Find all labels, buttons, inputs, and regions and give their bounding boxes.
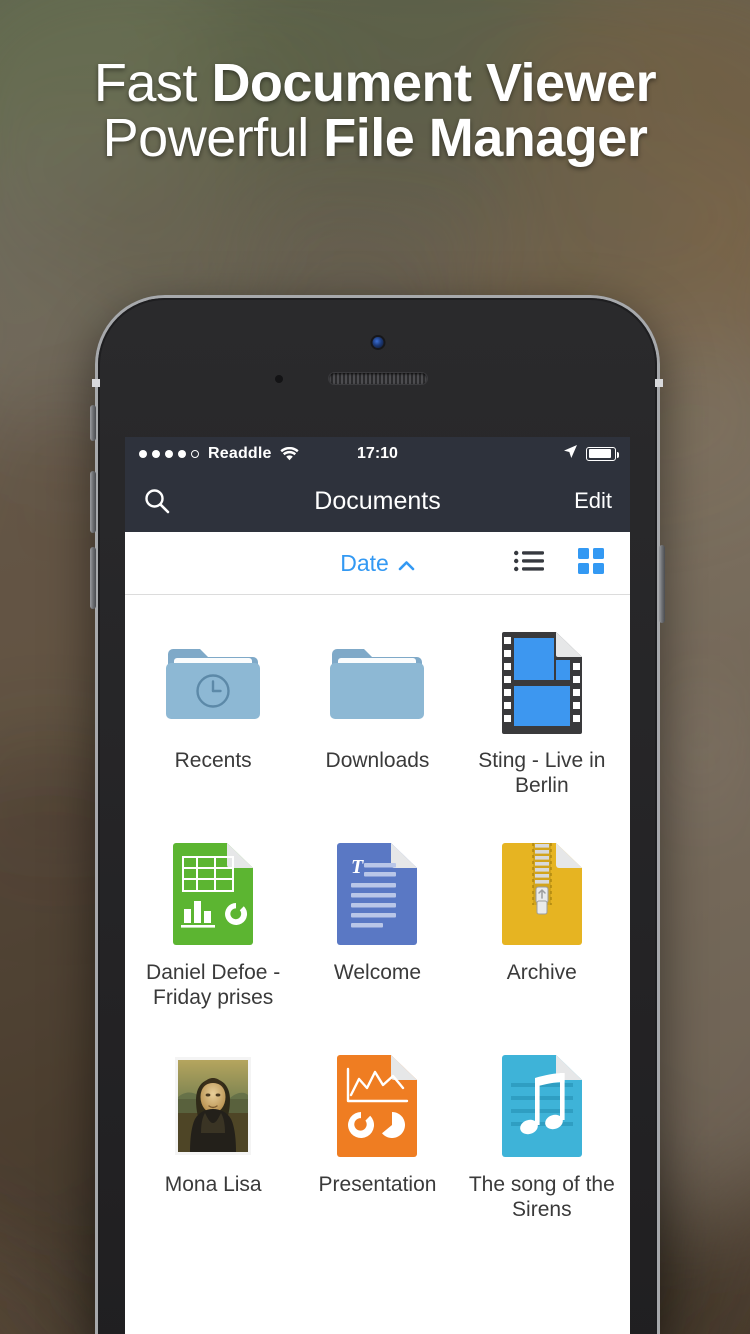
zip-archive-icon bbox=[501, 835, 582, 953]
file-item[interactable]: Downloads bbox=[295, 609, 459, 821]
battery-icon bbox=[586, 446, 619, 461]
page-title: Documents bbox=[314, 486, 441, 515]
proximity-sensor-icon bbox=[275, 375, 283, 383]
list-view-icon[interactable] bbox=[514, 550, 544, 577]
phone-screen: Readdle 17:10 Documents Edit Date Recent… bbox=[125, 437, 630, 1334]
headline: Fast Document Viewer Powerful File Manag… bbox=[0, 53, 750, 166]
battery-level bbox=[588, 449, 611, 458]
spreadsheet-icon bbox=[173, 835, 254, 953]
image-thumbnail-icon bbox=[175, 1047, 252, 1165]
file-grid: Recents Downloads Sting - Live in Berlin… bbox=[125, 595, 630, 1245]
file-label: Archive bbox=[506, 961, 577, 984]
file-label: Welcome bbox=[333, 961, 422, 984]
grid-view-icon[interactable] bbox=[578, 547, 604, 579]
folder-icon bbox=[328, 623, 426, 741]
signal-dot bbox=[139, 449, 147, 458]
headline-line-2: Powerful File Manager bbox=[0, 111, 750, 166]
search-icon[interactable] bbox=[143, 487, 171, 515]
status-time: 17:10 bbox=[357, 444, 398, 462]
antenna-band-left bbox=[92, 379, 100, 387]
status-bar-right bbox=[563, 444, 619, 464]
file-label: Presentation bbox=[318, 1173, 437, 1196]
file-item[interactable]: Presentation bbox=[295, 1033, 459, 1245]
file-item[interactable]: T Welcome bbox=[295, 821, 459, 1033]
status-bar: Readdle 17:10 bbox=[125, 437, 630, 470]
antenna-band-right bbox=[655, 379, 663, 387]
phone-device-frame: Readdle 17:10 Documents Edit Date Recent… bbox=[90, 295, 665, 1334]
file-item[interactable]: Recents bbox=[131, 609, 295, 821]
wifi-icon bbox=[280, 446, 299, 461]
file-label: The song of the Sirens bbox=[468, 1173, 615, 1221]
headline-line-1-bold: Document Viewer bbox=[211, 53, 657, 113]
presentation-chart-icon bbox=[337, 1047, 418, 1165]
headline-line-2-light: Powerful bbox=[102, 108, 324, 169]
headline-line-1-light: Fast bbox=[93, 53, 212, 113]
signal-strength-icon bbox=[139, 449, 199, 458]
power-button[interactable] bbox=[659, 545, 665, 623]
mute-switch[interactable] bbox=[90, 405, 96, 441]
earpiece-speaker-icon bbox=[328, 373, 427, 384]
file-label: Daniel Defoe - Friday prises bbox=[146, 961, 281, 1009]
chevron-up-icon bbox=[398, 550, 415, 577]
navigation-bar: Documents Edit bbox=[125, 470, 630, 532]
headline-line-2-bold: File Manager bbox=[323, 108, 648, 169]
view-controls bbox=[514, 547, 630, 579]
front-camera-icon bbox=[372, 337, 383, 348]
svg-text:T: T bbox=[351, 856, 364, 878]
sort-label: Date bbox=[340, 549, 389, 576]
file-item[interactable]: Archive bbox=[460, 821, 624, 1033]
music-document-icon bbox=[501, 1047, 582, 1165]
signal-dot bbox=[165, 449, 173, 458]
video-film-icon bbox=[500, 623, 584, 741]
edit-button[interactable]: Edit bbox=[574, 488, 612, 514]
folder-clock-icon bbox=[164, 623, 262, 741]
file-label: Recents bbox=[174, 749, 252, 772]
file-item[interactable]: Daniel Defoe - Friday prises bbox=[131, 821, 295, 1033]
headline-line-1: Fast Document Viewer bbox=[0, 53, 750, 113]
file-label: Mona Lisa bbox=[164, 1173, 262, 1196]
signal-dot bbox=[152, 449, 160, 458]
signal-dot bbox=[178, 449, 186, 458]
text-document-icon: T bbox=[337, 835, 418, 953]
file-item[interactable]: The song of the Sirens bbox=[460, 1033, 624, 1245]
location-arrow-icon bbox=[563, 444, 578, 464]
volume-up-button[interactable] bbox=[90, 471, 96, 533]
signal-dot-empty bbox=[191, 449, 199, 458]
carrier-name: Readdle bbox=[208, 444, 272, 462]
file-item[interactable]: Mona Lisa bbox=[131, 1033, 295, 1245]
file-label: Downloads bbox=[325, 749, 430, 772]
file-item[interactable]: Sting - Live in Berlin bbox=[460, 609, 624, 821]
volume-down-button[interactable] bbox=[90, 547, 96, 609]
file-label: Sting - Live in Berlin bbox=[478, 749, 606, 797]
sort-view-toolbar: Date bbox=[125, 532, 630, 595]
